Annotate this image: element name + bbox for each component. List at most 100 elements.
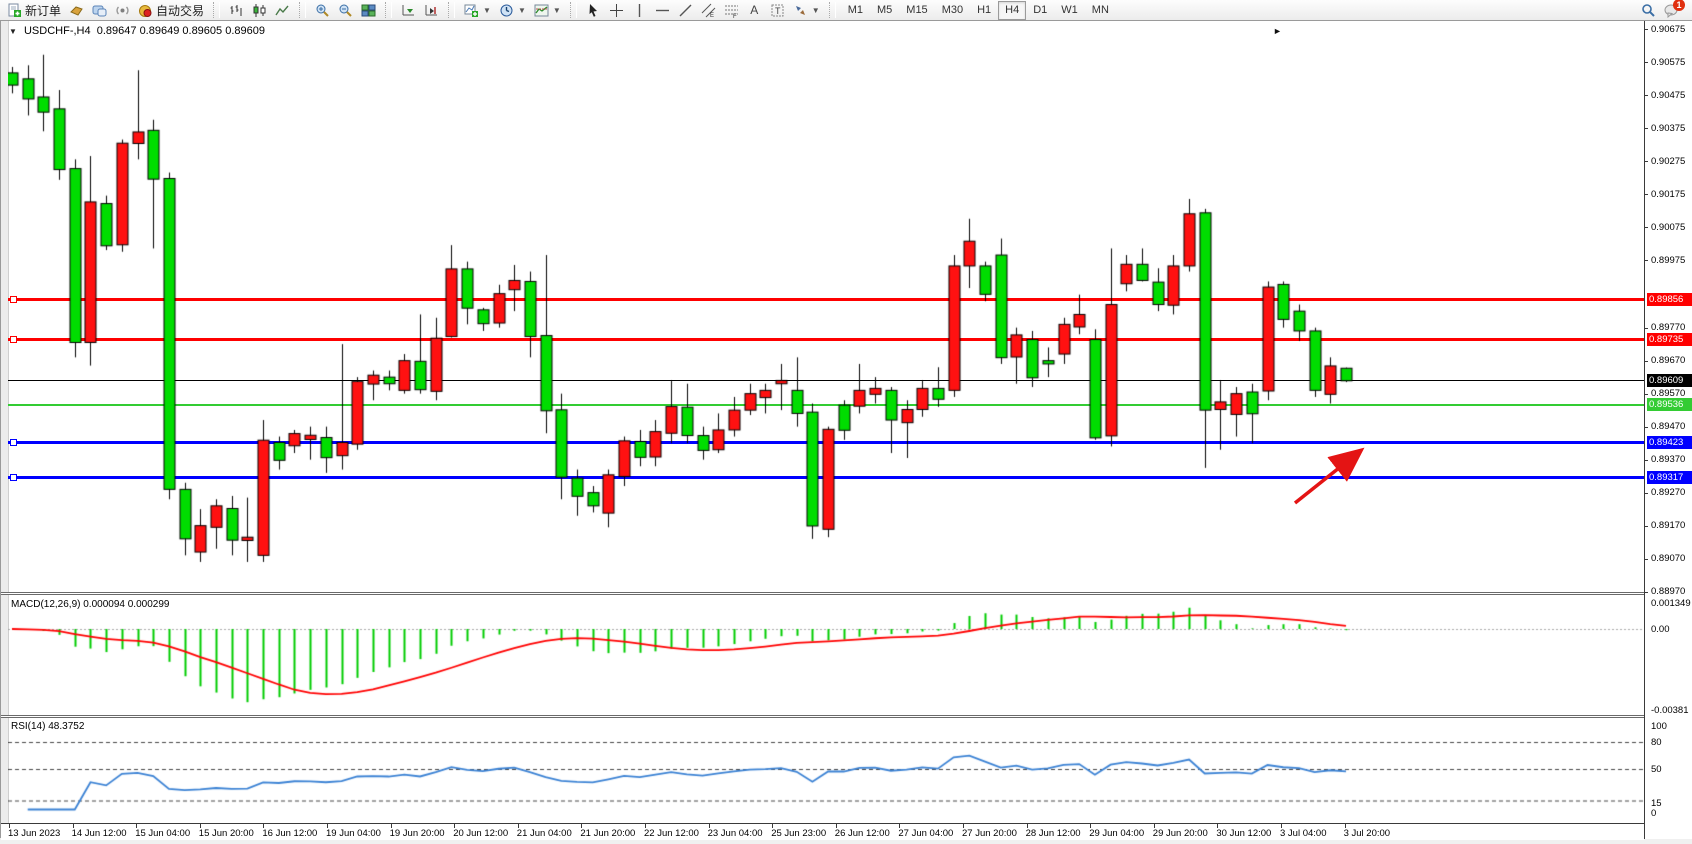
horizontal-line-tool-button[interactable] (651, 1, 674, 19)
price-level-badge: 0.89536 (1647, 398, 1692, 411)
time-tick-label: 19 Jun 20:00 (390, 828, 445, 839)
timeframe-d1-button[interactable]: D1 (1026, 1, 1054, 20)
timeframe-h1-button[interactable]: H1 (970, 1, 998, 20)
channel-tool-button[interactable]: E (697, 1, 720, 19)
price-tick-mark (1644, 95, 1648, 96)
macd-main-value: 0.000094 (83, 599, 125, 610)
autotrading-button[interactable]: 自动交易 (134, 1, 208, 19)
price-level-badge: 0.89609 (1647, 374, 1692, 387)
timeframe-toolbar: M1M5M15M30H1H4D1W1MN (838, 0, 1119, 20)
templates-button[interactable]: ▼ (530, 1, 565, 19)
timeframe-m5-button[interactable]: M5 (870, 1, 899, 20)
time-tick-label: 16 Jun 12:00 (262, 828, 317, 839)
price-tick-mark (1644, 128, 1648, 129)
arrows-icon (793, 3, 808, 18)
notification-badge: 1 (1673, 0, 1685, 11)
price-tick-mark (1644, 394, 1648, 395)
notifications-button[interactable]: 1 (1660, 1, 1683, 19)
zoom-in-icon (315, 3, 330, 18)
auto-scroll-button[interactable] (397, 1, 420, 19)
price-tick-mark (1644, 427, 1648, 428)
crosshair-icon (609, 3, 624, 18)
price-axis[interactable]: 0.906750.905750.904750.903750.902750.901… (1644, 21, 1692, 839)
candlestick-chart-canvas[interactable] (8, 21, 1644, 591)
time-tick-label: 14 Jun 12:00 (72, 828, 127, 839)
vertical-line-icon (632, 3, 647, 18)
autotrading-label: 自动交易 (156, 2, 204, 19)
text-label-tool-button[interactable]: T (766, 1, 789, 19)
cursor-tool-button[interactable] (582, 1, 605, 19)
svg-text:E: E (710, 13, 714, 18)
price-tick-mark (1644, 493, 1648, 494)
timeframe-h4-button[interactable]: H4 (998, 1, 1026, 20)
time-tick-label: 3 Jul 04:00 (1280, 828, 1326, 839)
toolbar-separator (570, 2, 577, 18)
market-watch-button[interactable] (65, 1, 88, 19)
terminal-icon (92, 3, 107, 18)
new-order-label: 新订单 (25, 2, 61, 19)
tile-windows-button[interactable] (357, 1, 380, 19)
price-level-badge: 0.89317 (1647, 471, 1692, 484)
chart-shift-button[interactable] (420, 1, 443, 19)
vertical-line-tool-button[interactable] (628, 1, 651, 19)
zoom-in-button[interactable] (311, 1, 334, 19)
rsi-value: 48.3752 (48, 721, 84, 732)
time-axis[interactable]: 13 Jun 202314 Jun 12:0015 Jun 04:0015 Ju… (1, 823, 1644, 840)
macd-axis-min: -0.00381 (1651, 705, 1689, 716)
timeframe-m1-button[interactable]: M1 (841, 1, 870, 20)
fibonacci-tool-button[interactable]: F (720, 1, 743, 19)
rsi-indicator-canvas (8, 718, 1644, 823)
line-chart-button[interactable] (271, 1, 294, 19)
chart-shift-icon (424, 3, 439, 18)
rsi-axis-100: 100 (1651, 721, 1667, 732)
quote-open: 0.89647 (97, 25, 137, 37)
tile-windows-icon (361, 3, 376, 18)
search-button[interactable] (1637, 1, 1660, 19)
collapse-arrow-icon[interactable]: ▼ (9, 27, 17, 36)
time-tick-label: 25 Jun 23:00 (771, 828, 826, 839)
arrows-tool-button[interactable]: ▼ (789, 1, 824, 19)
price-tick-mark (1644, 227, 1648, 228)
new-order-button[interactable]: 新订单 (3, 1, 65, 19)
bar-chart-button[interactable] (225, 1, 248, 19)
price-tick-label: 0.89770 (1651, 322, 1685, 333)
signal-button[interactable] (111, 1, 134, 19)
price-tick-label: 0.90075 (1651, 222, 1685, 233)
time-tick-label: 15 Jun 20:00 (199, 828, 254, 839)
crosshair-tool-button[interactable] (605, 1, 628, 19)
timeframe-w1-button[interactable]: W1 (1054, 1, 1085, 20)
horizontal-line-icon (655, 3, 670, 18)
zoom-out-button[interactable] (334, 1, 357, 19)
price-tick-mark (1644, 29, 1648, 30)
dropdown-arrow-icon: ▼ (553, 6, 561, 15)
terminal-button[interactable] (88, 1, 111, 19)
timeframe-m30-button[interactable]: M30 (935, 1, 970, 20)
chart-shift-marker-icon[interactable]: ► (1273, 26, 1282, 36)
timeframe-m15-button[interactable]: M15 (899, 1, 934, 20)
dropdown-arrow-icon: ▼ (483, 6, 491, 15)
chart-title: ▼ USDCHF-,H4 0.89647 0.89649 0.89605 0.8… (9, 25, 265, 37)
price-tick-label: 0.89975 (1651, 255, 1685, 266)
time-tick-label: 20 Jun 12:00 (453, 828, 508, 839)
time-tick-label: 27 Jun 20:00 (962, 828, 1017, 839)
templates-icon (534, 3, 549, 18)
time-tick-label: 15 Jun 04:00 (135, 828, 190, 839)
rsi-axis-80: 80 (1651, 737, 1662, 748)
macd-signal-value: 0.000299 (128, 599, 170, 610)
dropdown-arrow-icon: ▼ (812, 6, 820, 15)
trendline-tool-button[interactable] (674, 1, 697, 19)
autotrading-icon (138, 3, 153, 18)
time-tick-label: 26 Jun 12:00 (835, 828, 890, 839)
indicators-icon (464, 3, 479, 18)
periods-button[interactable]: ▼ (495, 1, 530, 19)
timeframe-mn-button[interactable]: MN (1085, 1, 1116, 20)
text-tool-button[interactable]: A (743, 1, 766, 19)
candlestick-chart-button[interactable] (248, 1, 271, 19)
price-level-badge: 0.89856 (1647, 293, 1692, 306)
quote-close: 0.89609 (225, 25, 265, 37)
time-tick-label: 29 Jun 20:00 (1153, 828, 1208, 839)
time-tick-label: 21 Jun 04:00 (517, 828, 572, 839)
indicators-button[interactable]: ▼ (460, 1, 495, 19)
new-order-icon (7, 3, 22, 18)
price-tick-mark (1644, 559, 1648, 560)
